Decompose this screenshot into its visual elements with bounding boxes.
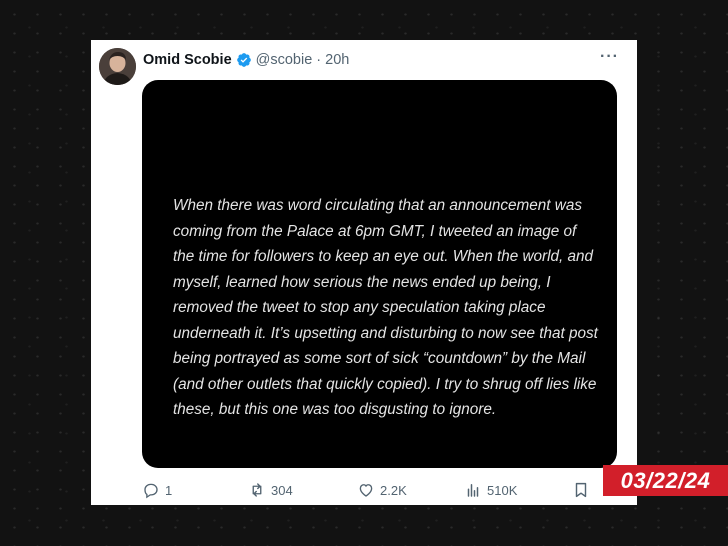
- view-count: 510K: [487, 482, 518, 498]
- author-name[interactable]: Omid Scobie: [143, 52, 232, 68]
- reply-button[interactable]: 1: [142, 477, 172, 503]
- date-badge: 03/22/24: [603, 465, 728, 496]
- tweet-header: Omid Scobie @scobie · 20h: [143, 50, 349, 70]
- retweet-button[interactable]: 304: [248, 477, 293, 503]
- author-handle[interactable]: @scobie: [256, 52, 313, 68]
- analytics-icon: [467, 484, 479, 497]
- tweet-card: Omid Scobie @scobie · 20h ··· When there…: [91, 40, 637, 505]
- more-options-icon[interactable]: ···: [600, 48, 619, 66]
- views-button[interactable]: 510K: [464, 477, 517, 503]
- like-button[interactable]: 2.2K: [357, 477, 407, 503]
- statement-text: When there was word circulating that an …: [173, 197, 598, 418]
- bookmark-icon: [575, 482, 587, 498]
- tweet-actions: 1 304 2.2K 510K: [91, 477, 637, 503]
- reply-count: 1: [165, 482, 173, 498]
- heart-icon: [359, 484, 373, 497]
- verified-badge-icon: [236, 53, 251, 67]
- retweet-count: 304: [271, 482, 293, 498]
- meta-separator: ·: [316, 52, 322, 68]
- avatar[interactable]: [99, 48, 136, 85]
- avatar-portrait: [99, 48, 136, 85]
- bookmark-button[interactable]: [572, 477, 590, 503]
- retweet-icon: [252, 483, 262, 497]
- tweet-image[interactable]: When there was word circulating that an …: [142, 80, 617, 468]
- tweet-time[interactable]: 20h: [325, 52, 349, 68]
- like-count: 2.2K: [380, 482, 407, 498]
- reply-icon: [144, 483, 158, 499]
